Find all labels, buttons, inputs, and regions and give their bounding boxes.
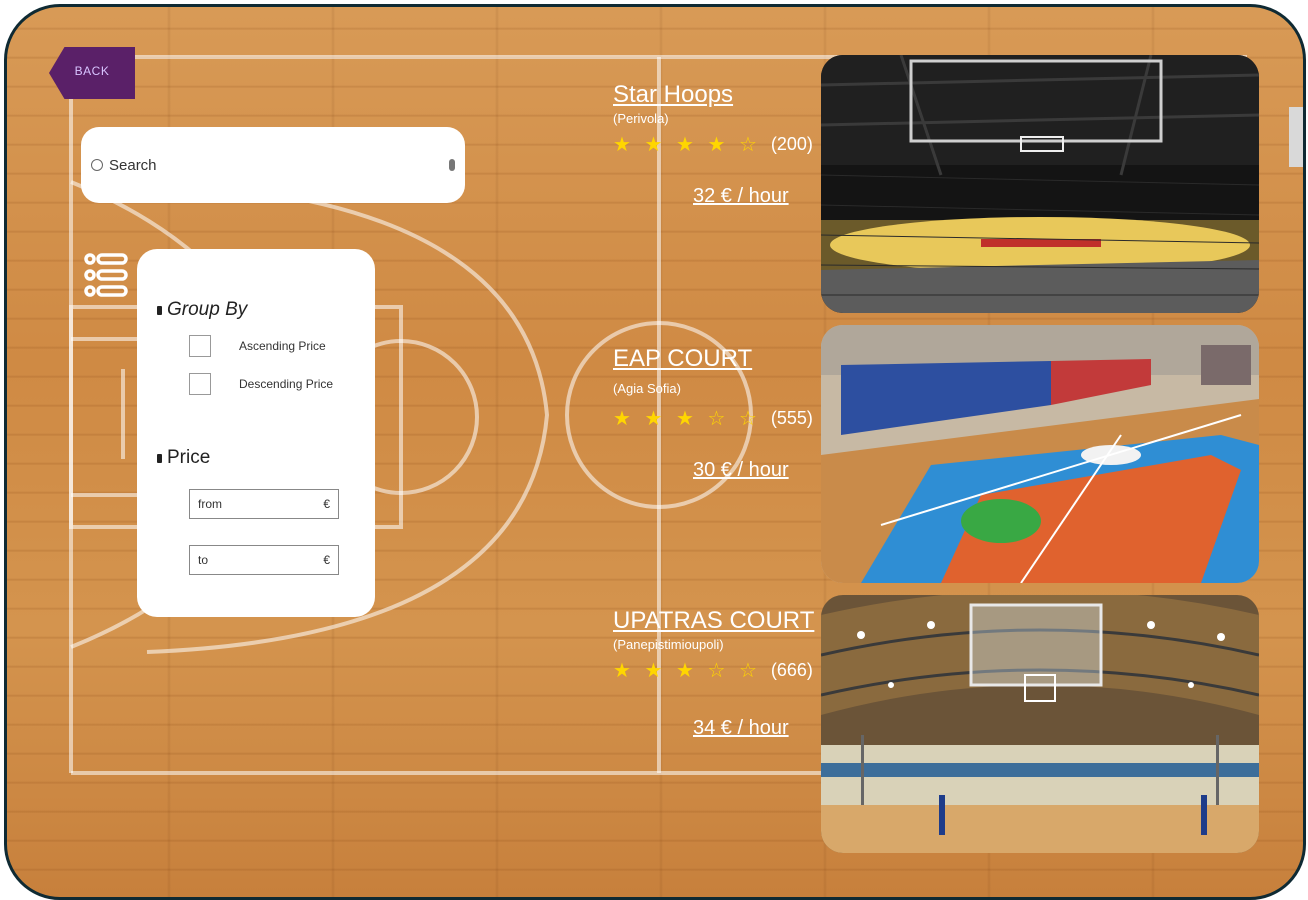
euro-icon: € xyxy=(323,497,330,511)
bullet-icon xyxy=(157,453,162,463)
venue-rating: ★ ★ ★ ☆ ☆ (555) xyxy=(613,406,813,431)
group-by-heading: Group By xyxy=(157,299,247,321)
venue-photo-upatras-court[interactable] xyxy=(821,595,1259,853)
star-rating-icon: ★ ★ ★ ☆ ☆ xyxy=(613,408,761,430)
venue-photo-eap-court[interactable] xyxy=(821,325,1259,583)
price-heading: Price xyxy=(157,447,210,469)
price-title: Price xyxy=(167,447,211,468)
venue-card-upatras-court: UPATRAS COURT (Panepistimioupoli) ★ ★ ★ … xyxy=(613,607,814,683)
venue-rating: ★ ★ ★ ☆ ☆ (666) xyxy=(613,658,814,683)
price-to-field[interactable]: to € xyxy=(189,545,339,575)
venue-card-eap-court: EAP COURT (Agia Sofia) ★ ★ ★ ☆ ☆ (555) xyxy=(613,345,813,431)
search-icon xyxy=(91,159,103,171)
ascending-price-label: Ascending Price xyxy=(239,339,326,353)
price-from-placeholder: from xyxy=(198,497,222,511)
bullet-icon xyxy=(157,305,162,315)
venue-card-star-hoops: Star Hoops (Perivola) ★ ★ ★ ★ ☆ (200) xyxy=(613,81,813,157)
venue-name[interactable]: EAP COURT xyxy=(613,345,813,373)
venue-area: (Panepistimioupoli) xyxy=(613,637,724,652)
venue-rating: ★ ★ ★ ★ ☆ (200) xyxy=(613,132,813,157)
price-to-placeholder: to xyxy=(198,553,209,567)
star-rating-icon: ★ ★ ★ ☆ ☆ xyxy=(613,660,761,682)
app-frame: BACK Group By Ascending Price Descending… xyxy=(4,4,1306,900)
venue-name[interactable]: Star Hoops xyxy=(613,81,813,109)
review-count: (555) xyxy=(770,408,813,428)
back-button[interactable]: BACK xyxy=(49,47,135,99)
venue-price[interactable]: 30 € / hour xyxy=(693,459,789,482)
microphone-icon[interactable] xyxy=(449,159,455,171)
venue-name[interactable]: UPATRAS COURT xyxy=(613,607,814,635)
review-count: (200) xyxy=(770,134,813,154)
group-by-title: Group By xyxy=(167,299,248,320)
search-bar[interactable] xyxy=(81,127,465,203)
review-count: (666) xyxy=(770,660,813,680)
filter-panel: Group By Ascending Price Descending Pric… xyxy=(137,249,375,617)
venue-photo-star-hoops[interactable] xyxy=(821,55,1259,313)
venue-area: (Agia Sofia) xyxy=(613,381,681,396)
search-input[interactable] xyxy=(107,155,449,175)
euro-icon: € xyxy=(323,553,330,567)
scrollbar[interactable] xyxy=(1289,107,1303,167)
venue-price[interactable]: 32 € / hour xyxy=(693,185,789,208)
filter-list-icon[interactable] xyxy=(83,251,131,299)
descending-price-checkbox[interactable] xyxy=(189,373,211,395)
ascending-price-checkbox[interactable] xyxy=(189,335,211,357)
star-rating-icon: ★ ★ ★ ★ ☆ xyxy=(613,134,761,156)
descending-price-label: Descending Price xyxy=(239,377,334,391)
venue-price[interactable]: 34 € / hour xyxy=(693,717,789,740)
price-from-field[interactable]: from € xyxy=(189,489,339,519)
venue-area: (Perivola) xyxy=(613,111,669,126)
